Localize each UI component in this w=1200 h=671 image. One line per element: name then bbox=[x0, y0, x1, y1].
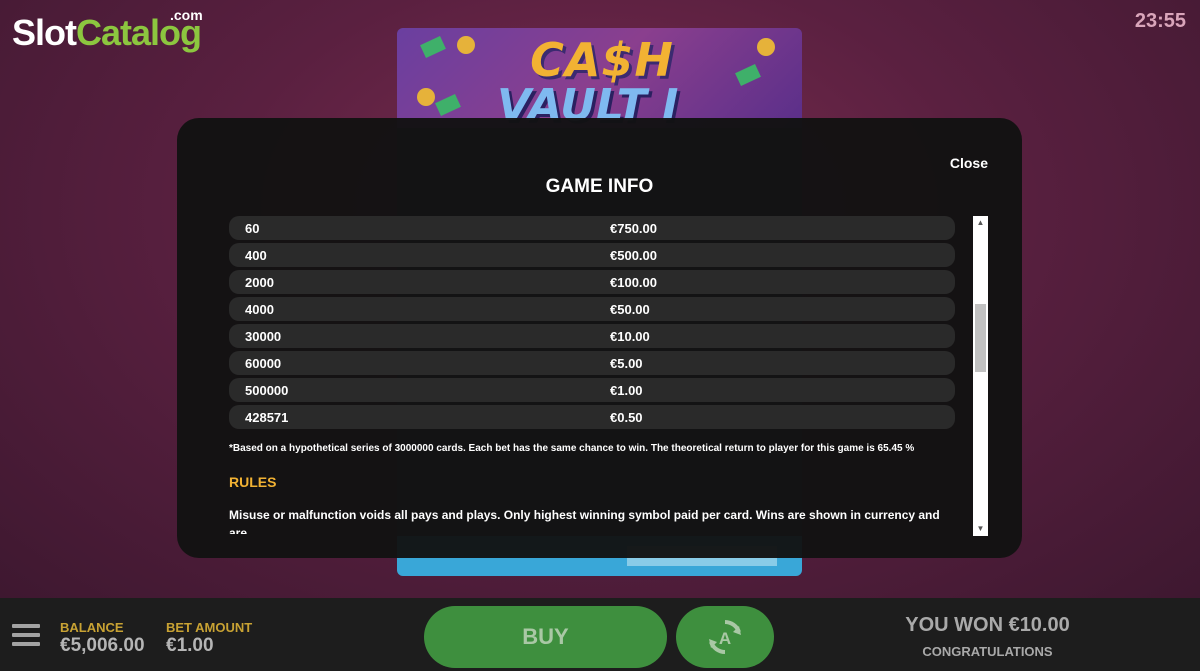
paytable-row: 30000 €10.00 bbox=[229, 324, 955, 348]
bet-amount-label: BET AMOUNT bbox=[166, 620, 253, 635]
buy-button[interactable]: BUY bbox=[424, 606, 667, 668]
rtp-footnote: *Based on a hypothetical series of 30000… bbox=[229, 443, 915, 454]
paytable-count: 30000 bbox=[245, 329, 282, 344]
logo-text-slot: Slot bbox=[12, 12, 77, 53]
clock: 23:55 bbox=[1134, 10, 1186, 32]
paytable-prize: €50.00 bbox=[610, 302, 650, 317]
svg-text:A: A bbox=[719, 629, 731, 648]
paytable-row: 60000 €5.00 bbox=[229, 351, 955, 375]
paytable-prize: €500.00 bbox=[610, 248, 657, 263]
bill-decoration bbox=[735, 64, 761, 86]
scroll-up-icon[interactable]: ▲ bbox=[973, 216, 988, 230]
logo-text-com: .com bbox=[170, 7, 203, 23]
rules-text: Misuse or malfunction voids all pays and… bbox=[229, 508, 940, 534]
game-banner: CA$H VAULT I bbox=[397, 28, 802, 131]
paytable-prize: €10.00 bbox=[610, 329, 650, 344]
paytable-row: 400 €500.00 bbox=[229, 243, 955, 267]
paytable-row: 4000 €50.00 bbox=[229, 297, 955, 321]
paytable-prize: €1.00 bbox=[610, 383, 643, 398]
game-info-modal: Close GAME INFO 60 €750.00 400 €500.00 2… bbox=[177, 118, 1022, 558]
paytable-prize: €750.00 bbox=[610, 221, 657, 236]
close-button[interactable]: Close bbox=[950, 155, 988, 171]
paytable-row: 2000 €100.00 bbox=[229, 270, 955, 294]
paytable-row: 500000 €1.00 bbox=[229, 378, 955, 402]
menu-icon[interactable] bbox=[12, 624, 40, 646]
bet-amount-value[interactable]: €1.00 bbox=[166, 635, 214, 657]
bottom-bar: BALANCE €5,006.00 BET AMOUNT €1.00 BUY A… bbox=[0, 598, 1200, 671]
paytable-prize: €0.50 bbox=[610, 410, 643, 425]
scrollbar-thumb[interactable] bbox=[975, 304, 986, 372]
scroll-down-icon[interactable]: ▼ bbox=[973, 522, 988, 536]
bill-decoration bbox=[420, 36, 446, 58]
coin-decoration bbox=[757, 38, 775, 56]
paytable-count: 500000 bbox=[245, 383, 289, 398]
balance-value: €5,006.00 bbox=[60, 635, 145, 656]
rules-heading: RULES bbox=[229, 474, 277, 490]
paytable-count: 60000 bbox=[245, 356, 282, 371]
autoplay-icon: A bbox=[709, 620, 741, 654]
paytable-row: 60 €750.00 bbox=[229, 216, 955, 240]
paytable-count: 400 bbox=[245, 248, 267, 263]
win-message: YOU WON €10.00 bbox=[905, 614, 1070, 636]
balance-label: BALANCE bbox=[60, 620, 124, 635]
paytable-count: 60 bbox=[245, 221, 260, 236]
bill-decoration bbox=[435, 94, 461, 116]
modal-title: GAME INFO bbox=[545, 176, 654, 197]
coin-decoration bbox=[417, 88, 435, 106]
paytable-count: 4000 bbox=[245, 302, 274, 317]
paytable-count: 428571 bbox=[245, 410, 289, 425]
autoplay-button[interactable]: A bbox=[676, 606, 774, 668]
modal-content[interactable]: 60 €750.00 400 €500.00 2000 €100.00 4000… bbox=[229, 216, 969, 534]
paytable-row: 428571 €0.50 bbox=[229, 405, 955, 429]
paytable-prize: €100.00 bbox=[610, 275, 657, 290]
paytable-count: 2000 bbox=[245, 275, 274, 290]
site-logo: SlotCatalog .com bbox=[12, 7, 203, 54]
game-title: CA$H bbox=[530, 33, 674, 87]
scrollbar[interactable]: ▲ ▼ bbox=[973, 216, 988, 536]
paytable: 60 €750.00 400 €500.00 2000 €100.00 4000… bbox=[229, 216, 969, 429]
congratulations-text: CONGRATULATIONS bbox=[922, 644, 1053, 659]
paytable-prize: €5.00 bbox=[610, 356, 643, 371]
